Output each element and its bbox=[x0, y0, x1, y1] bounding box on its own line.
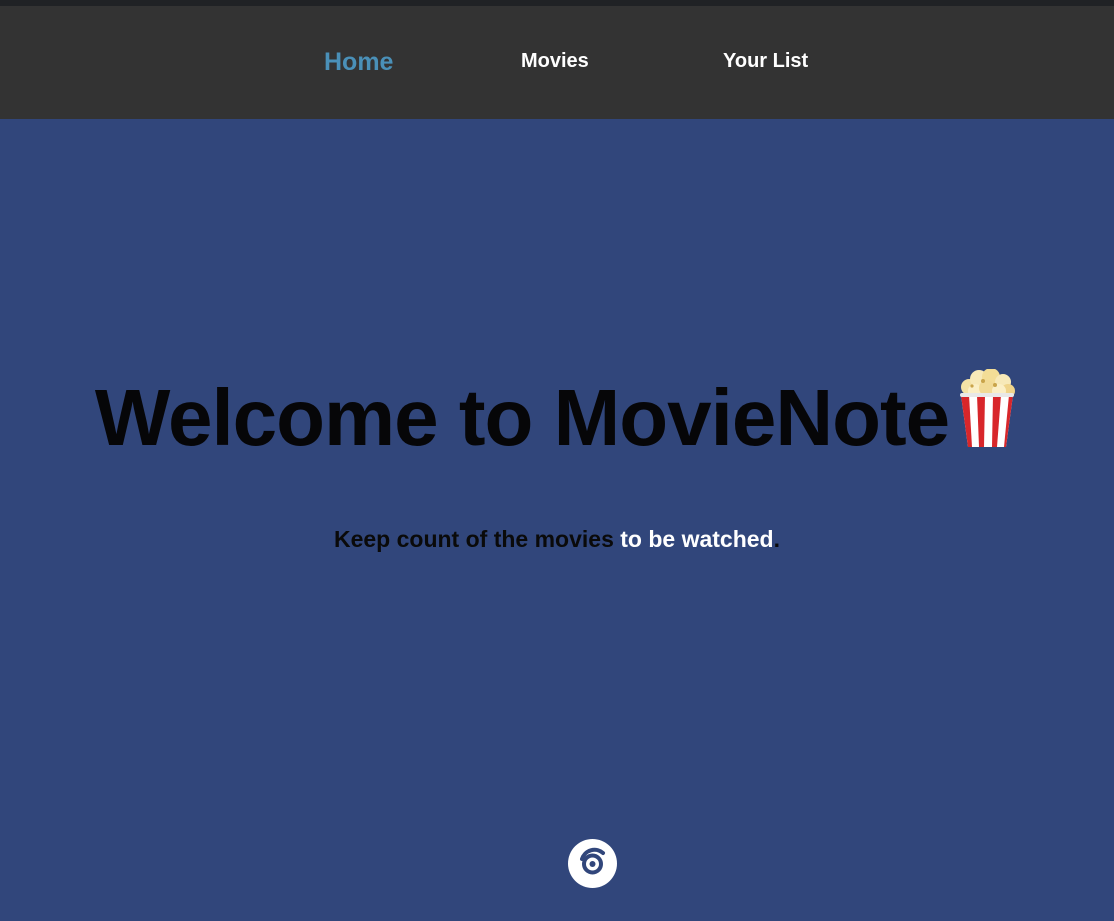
tagline-part-3: . bbox=[773, 526, 780, 552]
tagline: Keep count of the movies to be watched. bbox=[0, 526, 1114, 553]
popcorn-icon bbox=[955, 368, 1019, 468]
page-title-text: Welcome to MovieNote bbox=[94, 373, 950, 462]
hero-section: Welcome to MovieNote Keep count of the m… bbox=[0, 119, 1114, 921]
nav-your-list-link[interactable]: Your List bbox=[723, 50, 808, 73]
nav-home-link[interactable]: Home bbox=[324, 48, 393, 77]
tagline-part-1: Keep count of the movies bbox=[333, 526, 614, 552]
nav-movies-link[interactable]: Movies bbox=[521, 50, 589, 73]
navbar: Home Movies Your List bbox=[0, 6, 1114, 119]
page-title: Welcome to MovieNote bbox=[0, 368, 1114, 468]
scroll-target-icon bbox=[580, 847, 605, 875]
scroll-down-button[interactable] bbox=[568, 839, 617, 888]
tagline-part-2: to be watched bbox=[620, 526, 774, 552]
